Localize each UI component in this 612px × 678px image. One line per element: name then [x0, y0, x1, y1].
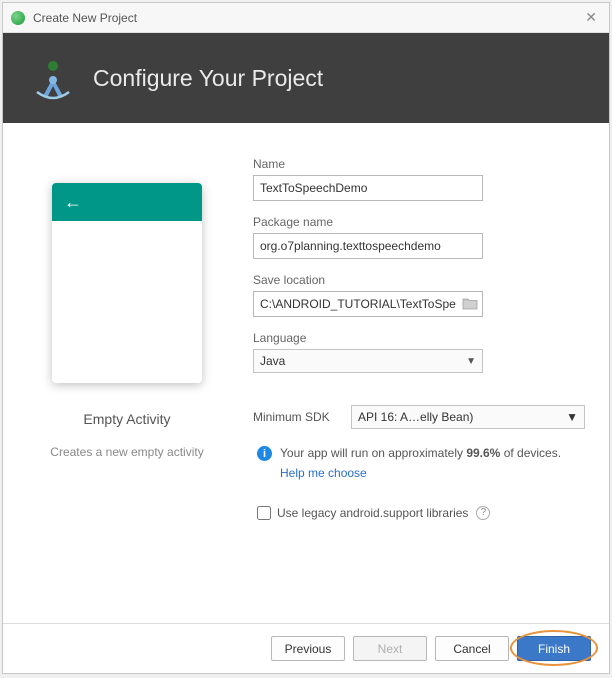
phone-appbar: ← [52, 183, 202, 221]
info-icon: i [257, 446, 272, 461]
help-me-choose-link[interactable]: Help me choose [280, 465, 367, 482]
close-icon[interactable]: ✕ [581, 9, 601, 26]
previous-button[interactable]: Previous [271, 636, 345, 661]
cancel-button[interactable]: Cancel [435, 636, 509, 661]
form-column: Name Package name Save location Lang [253, 153, 585, 603]
activity-template-desc: Creates a new empty activity [50, 445, 203, 459]
chevron-down-icon: ▼ [566, 410, 578, 424]
min-sdk-label: Minimum SDK [253, 410, 341, 424]
activity-template-name: Empty Activity [83, 411, 170, 427]
back-arrow-icon: ← [64, 192, 82, 213]
language-label: Language [253, 331, 585, 345]
android-studio-icon [31, 56, 75, 100]
min-sdk-value: API 16: A…elly Bean) [358, 410, 473, 424]
preview-column: ← Empty Activity Creates a new empty act… [27, 153, 227, 603]
field-language: Language Java ▼ [253, 331, 585, 373]
phone-preview: ← [52, 183, 202, 383]
browse-folder-icon[interactable] [462, 296, 478, 310]
language-value: Java [260, 354, 285, 368]
header-banner: Configure Your Project [3, 33, 609, 123]
package-label: Package name [253, 215, 585, 229]
package-input[interactable] [253, 233, 483, 259]
location-input[interactable] [253, 291, 483, 317]
sdk-info-text: Your app will run on approximately 99.6%… [280, 445, 561, 482]
field-name: Name [253, 157, 585, 201]
header-title: Configure Your Project [93, 65, 323, 92]
language-select[interactable]: Java ▼ [253, 349, 483, 373]
sdk-info: i Your app will run on approximately 99.… [253, 445, 585, 482]
app-icon [11, 11, 25, 25]
next-button: Next [353, 636, 427, 661]
field-package: Package name [253, 215, 585, 259]
finish-button[interactable]: Finish [517, 636, 591, 661]
legacy-checkbox-row: Use legacy android.support libraries ? [253, 506, 585, 520]
help-icon[interactable]: ? [476, 506, 490, 520]
min-sdk-select[interactable]: API 16: A…elly Bean) ▼ [351, 405, 585, 429]
legacy-label: Use legacy android.support libraries [277, 506, 468, 520]
name-input[interactable] [253, 175, 483, 201]
dialog-window: Create New Project ✕ Configure Your Proj… [2, 2, 610, 674]
field-min-sdk: Minimum SDK API 16: A…elly Bean) ▼ [253, 405, 585, 429]
legacy-checkbox[interactable] [257, 506, 271, 520]
footer-buttons: Previous Next Cancel Finish [3, 623, 609, 673]
content-area: ← Empty Activity Creates a new empty act… [3, 123, 609, 623]
location-label: Save location [253, 273, 585, 287]
titlebar: Create New Project ✕ [3, 3, 609, 33]
window-title: Create New Project [33, 11, 581, 25]
chevron-down-icon: ▼ [466, 356, 476, 367]
name-label: Name [253, 157, 585, 171]
field-location: Save location [253, 273, 585, 317]
